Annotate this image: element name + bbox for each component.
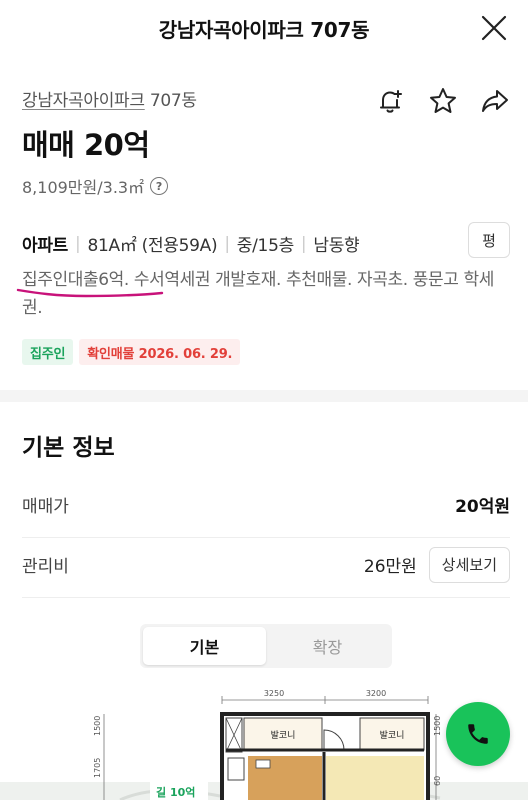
plan-tabs: 기본 확장	[140, 624, 392, 668]
tab-extended[interactable]: 확장	[266, 627, 389, 665]
pyeong-toggle-button[interactable]: 평	[468, 222, 510, 258]
badges: 집주인 확인매물 2026. 06. 29.	[22, 339, 241, 365]
share-arrow-icon	[482, 90, 508, 112]
separator: |	[300, 233, 307, 254]
close-icon	[481, 15, 507, 41]
basic-info-title: 기본 정보	[22, 435, 115, 461]
dim-v2: 1705	[93, 758, 102, 778]
dim-v1: 1500	[93, 716, 102, 736]
share-button[interactable]	[478, 84, 512, 118]
alert-button[interactable]	[374, 84, 408, 118]
building-number: 707동	[149, 91, 197, 111]
maintenance-fee-group: 26만원 상세보기	[363, 546, 510, 583]
property-type: 아파트	[22, 236, 69, 256]
page-title: 강남자곡아이파크 707동	[158, 18, 370, 42]
help-icon[interactable]: ?	[150, 177, 169, 195]
floor: 중/15층	[236, 236, 294, 256]
maintenance-fee-label: 관리비	[22, 557, 69, 577]
fee-detail-button[interactable]: 상세보기	[428, 546, 510, 583]
direction: 남동향	[313, 236, 360, 256]
section-divider	[0, 390, 528, 402]
highlight-stroke	[16, 288, 164, 298]
maintenance-fee-value: 26만원	[363, 557, 417, 577]
sale-price-value: 20억원	[455, 497, 510, 517]
sale-price-label: 매매가	[22, 497, 69, 517]
header: 강남자곡아이파크 707동	[0, 0, 528, 56]
star-icon	[430, 88, 456, 113]
sale-price-row: 매매가 20억원	[22, 472, 510, 538]
unit-price-text: 8,109만원/3.3㎡	[22, 178, 145, 197]
separator: |	[224, 233, 230, 254]
maintenance-fee-row: 관리비 26만원 상세보기	[22, 532, 510, 598]
dim-v3: 1500	[433, 716, 442, 736]
close-button[interactable]	[478, 12, 510, 44]
unit-price: 8,109만원/3.3㎡ ?	[22, 174, 169, 198]
phone-icon	[468, 724, 488, 744]
separator: |	[75, 233, 81, 254]
action-icons	[374, 84, 512, 118]
confirmed-badge: 확인매물 2026. 06. 29.	[79, 339, 241, 365]
spec-row: 아파트 | 81A㎡ (전용59A) | 중/15층 | 남동향	[22, 231, 360, 257]
complex-name[interactable]: 강남자곡아이파크	[22, 91, 145, 111]
area: 81A㎡ (전용59A)	[87, 236, 218, 256]
dim-right: 3200	[366, 689, 386, 698]
map-label: 길 10억	[156, 786, 195, 799]
balcony-left: 발코니	[271, 730, 296, 741]
owner-badge: 집주인	[22, 339, 74, 365]
bell-plus-icon	[380, 90, 402, 113]
sale-price: 매매 20억	[22, 128, 150, 162]
complex-link[interactable]: 강남자곡아이파크 707동	[22, 86, 197, 111]
tab-basic[interactable]: 기본	[143, 627, 266, 665]
favorite-button[interactable]	[426, 84, 460, 118]
balcony-right: 발코니	[380, 730, 405, 741]
dim-left: 3250	[264, 689, 284, 698]
call-button[interactable]	[446, 702, 510, 766]
dim-v4: 60	[433, 776, 442, 786]
